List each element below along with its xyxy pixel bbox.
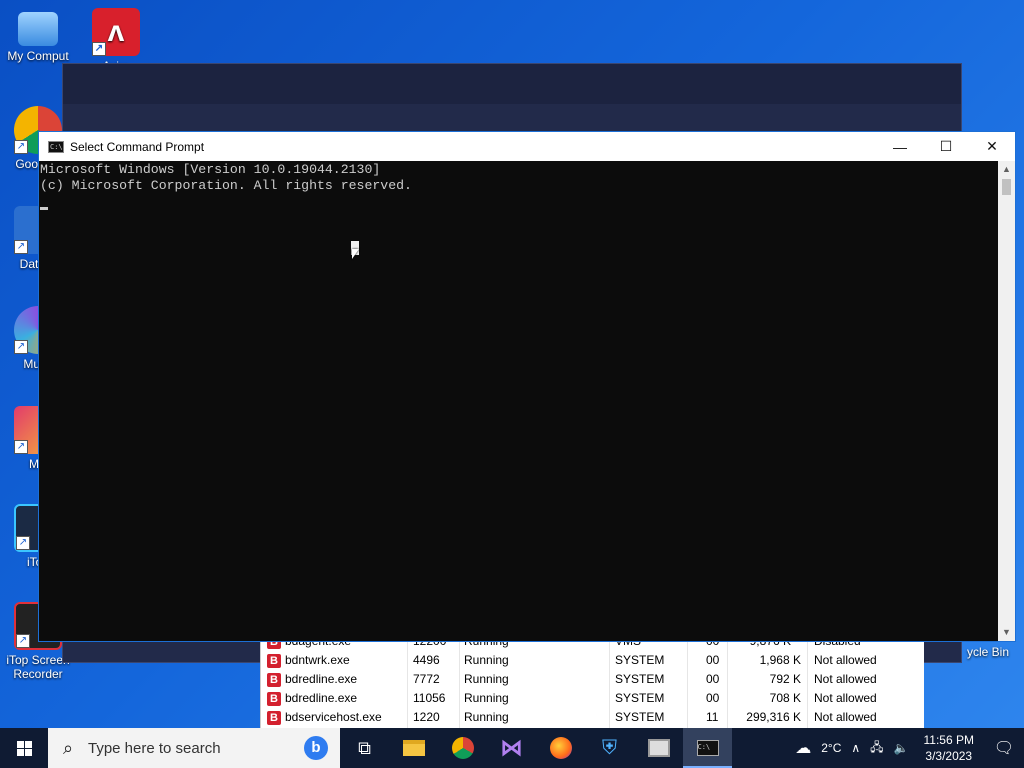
taskbar: ⌕ Type here to search b ⧉ ⋈ ⛨ C:\ ☁ 2°C … bbox=[0, 728, 1024, 768]
console-line: Microsoft Windows [Version 10.0.19044.21… bbox=[40, 162, 381, 177]
window-title: Select Command Prompt bbox=[70, 139, 205, 154]
close-button[interactable]: ✕ bbox=[969, 132, 1015, 161]
command-prompt-taskbar-icon[interactable]: C:\ bbox=[683, 728, 732, 768]
process-pid: 4496 bbox=[413, 653, 440, 667]
process-pid: 11056 bbox=[413, 691, 446, 705]
vertical-scrollbar[interactable]: ▲ ▼ bbox=[998, 161, 1015, 641]
volume-icon[interactable]: 🔈 bbox=[889, 741, 914, 755]
process-status: Running bbox=[464, 672, 509, 686]
process-name: bdservicehost.exe bbox=[285, 710, 382, 724]
windows-logo-icon bbox=[16, 740, 32, 756]
process-uac: Not allowed bbox=[814, 710, 877, 724]
bitdefender-icon: B bbox=[267, 711, 281, 725]
bitdefender-icon: B bbox=[267, 692, 281, 706]
process-memory: 299,316 K bbox=[746, 710, 801, 724]
process-memory: 708 K bbox=[769, 691, 801, 705]
background-window-titlebar bbox=[63, 64, 961, 104]
desktop-icon-my-computer[interactable]: My Comput bbox=[0, 8, 76, 63]
notification-icon[interactable]: 🗨 bbox=[984, 738, 1024, 758]
console-line: (c) Microsoft Corporation. All rights re… bbox=[40, 178, 412, 193]
process-pid: 1220 bbox=[413, 710, 440, 724]
process-uac: Not allowed bbox=[814, 691, 877, 705]
table-row[interactable]: B bdntwrk.exe 4496 Running SYSTEM 00 1,9… bbox=[261, 651, 924, 670]
process-uac: Not allowed bbox=[814, 672, 877, 686]
pointer-icon bbox=[352, 249, 359, 259]
scroll-up-icon[interactable]: ▲ bbox=[998, 161, 1015, 178]
cmd-app-icon: C:\ bbox=[48, 140, 64, 153]
minimize-button[interactable]: — bbox=[877, 132, 923, 161]
process-name: bdredline.exe bbox=[285, 672, 358, 686]
process-status: Running bbox=[464, 710, 509, 724]
app-window-icon[interactable] bbox=[634, 728, 683, 768]
process-memory: 792 K bbox=[769, 672, 801, 686]
taskbar-clock[interactable]: 11:56 PM 3/3/2023 bbox=[914, 732, 984, 764]
command-prompt-window[interactable]: C:\ Select Command Prompt — ☐ ✕ Microsof… bbox=[38, 131, 1016, 642]
clock-time: 11:56 PM bbox=[923, 733, 974, 747]
avira-icon: ᴧ ↗ bbox=[92, 8, 140, 56]
process-pid: 7772 bbox=[413, 672, 440, 686]
process-status: Running bbox=[464, 653, 509, 667]
bitdefender-icon: B bbox=[267, 654, 281, 668]
bitdefender-icon: B bbox=[267, 673, 281, 687]
taskbar-search-box[interactable]: ⌕ Type here to search b bbox=[48, 728, 340, 768]
text-cursor bbox=[40, 207, 48, 210]
weather-temperature[interactable]: 2°C bbox=[816, 741, 846, 755]
bing-icon[interactable]: b bbox=[304, 736, 328, 760]
table-row[interactable]: B bdredline.exe 7772 Running SYSTEM 00 7… bbox=[261, 670, 924, 689]
start-button[interactable] bbox=[0, 728, 48, 768]
desktop-icon-label: My Comput bbox=[7, 49, 69, 63]
clock-date: 3/3/2023 bbox=[925, 749, 973, 763]
process-name: bdredline.exe bbox=[285, 691, 358, 705]
computer-icon bbox=[18, 12, 58, 46]
weather-icon[interactable]: ☁ bbox=[790, 738, 816, 758]
firefox-icon[interactable] bbox=[536, 728, 585, 768]
file-explorer-icon[interactable] bbox=[389, 728, 438, 768]
network-icon[interactable]: 🖧 bbox=[865, 738, 888, 759]
system-tray: ☁ 2°C ∧ 🖧 🔈 11:56 PM 3/3/2023 🗨 bbox=[790, 728, 1024, 768]
table-row[interactable]: B bdredline.exe 11056 Running SYSTEM 00 … bbox=[261, 689, 924, 708]
chevron-up-icon[interactable]: ∧ bbox=[846, 741, 865, 755]
process-user: SYSTEM bbox=[615, 653, 665, 667]
maximize-button[interactable]: ☐ bbox=[923, 132, 969, 161]
security-shield-icon[interactable]: ⛨ bbox=[585, 728, 634, 768]
process-name: bdntwrk.exe bbox=[285, 653, 350, 667]
process-user: SYSTEM bbox=[615, 691, 665, 705]
console-output[interactable]: Microsoft Windows [Version 10.0.19044.21… bbox=[39, 161, 998, 641]
process-user: SYSTEM bbox=[615, 672, 665, 686]
window-titlebar[interactable]: C:\ Select Command Prompt — ☐ ✕ bbox=[39, 132, 1015, 161]
table-row[interactable]: B bdservicehost.exe 1220 Running SYSTEM … bbox=[261, 708, 924, 727]
visual-studio-icon[interactable]: ⋈ bbox=[487, 728, 536, 768]
process-status: Running bbox=[464, 691, 509, 705]
process-uac: Not allowed bbox=[814, 653, 877, 667]
task-view-icon[interactable]: ⧉ bbox=[340, 728, 389, 768]
process-memory: 1,968 K bbox=[759, 653, 801, 667]
search-placeholder: Type here to search bbox=[88, 739, 221, 757]
scroll-thumb[interactable] bbox=[1002, 179, 1011, 195]
process-user: SYSTEM bbox=[615, 710, 665, 724]
chrome-taskbar-icon[interactable] bbox=[438, 728, 487, 768]
scroll-down-icon[interactable]: ▼ bbox=[998, 624, 1015, 641]
task-manager-process-list: B bdagent.exe 12200 Running VMS 00 9,876… bbox=[260, 636, 924, 728]
search-icon: ⌕ bbox=[62, 737, 74, 758]
